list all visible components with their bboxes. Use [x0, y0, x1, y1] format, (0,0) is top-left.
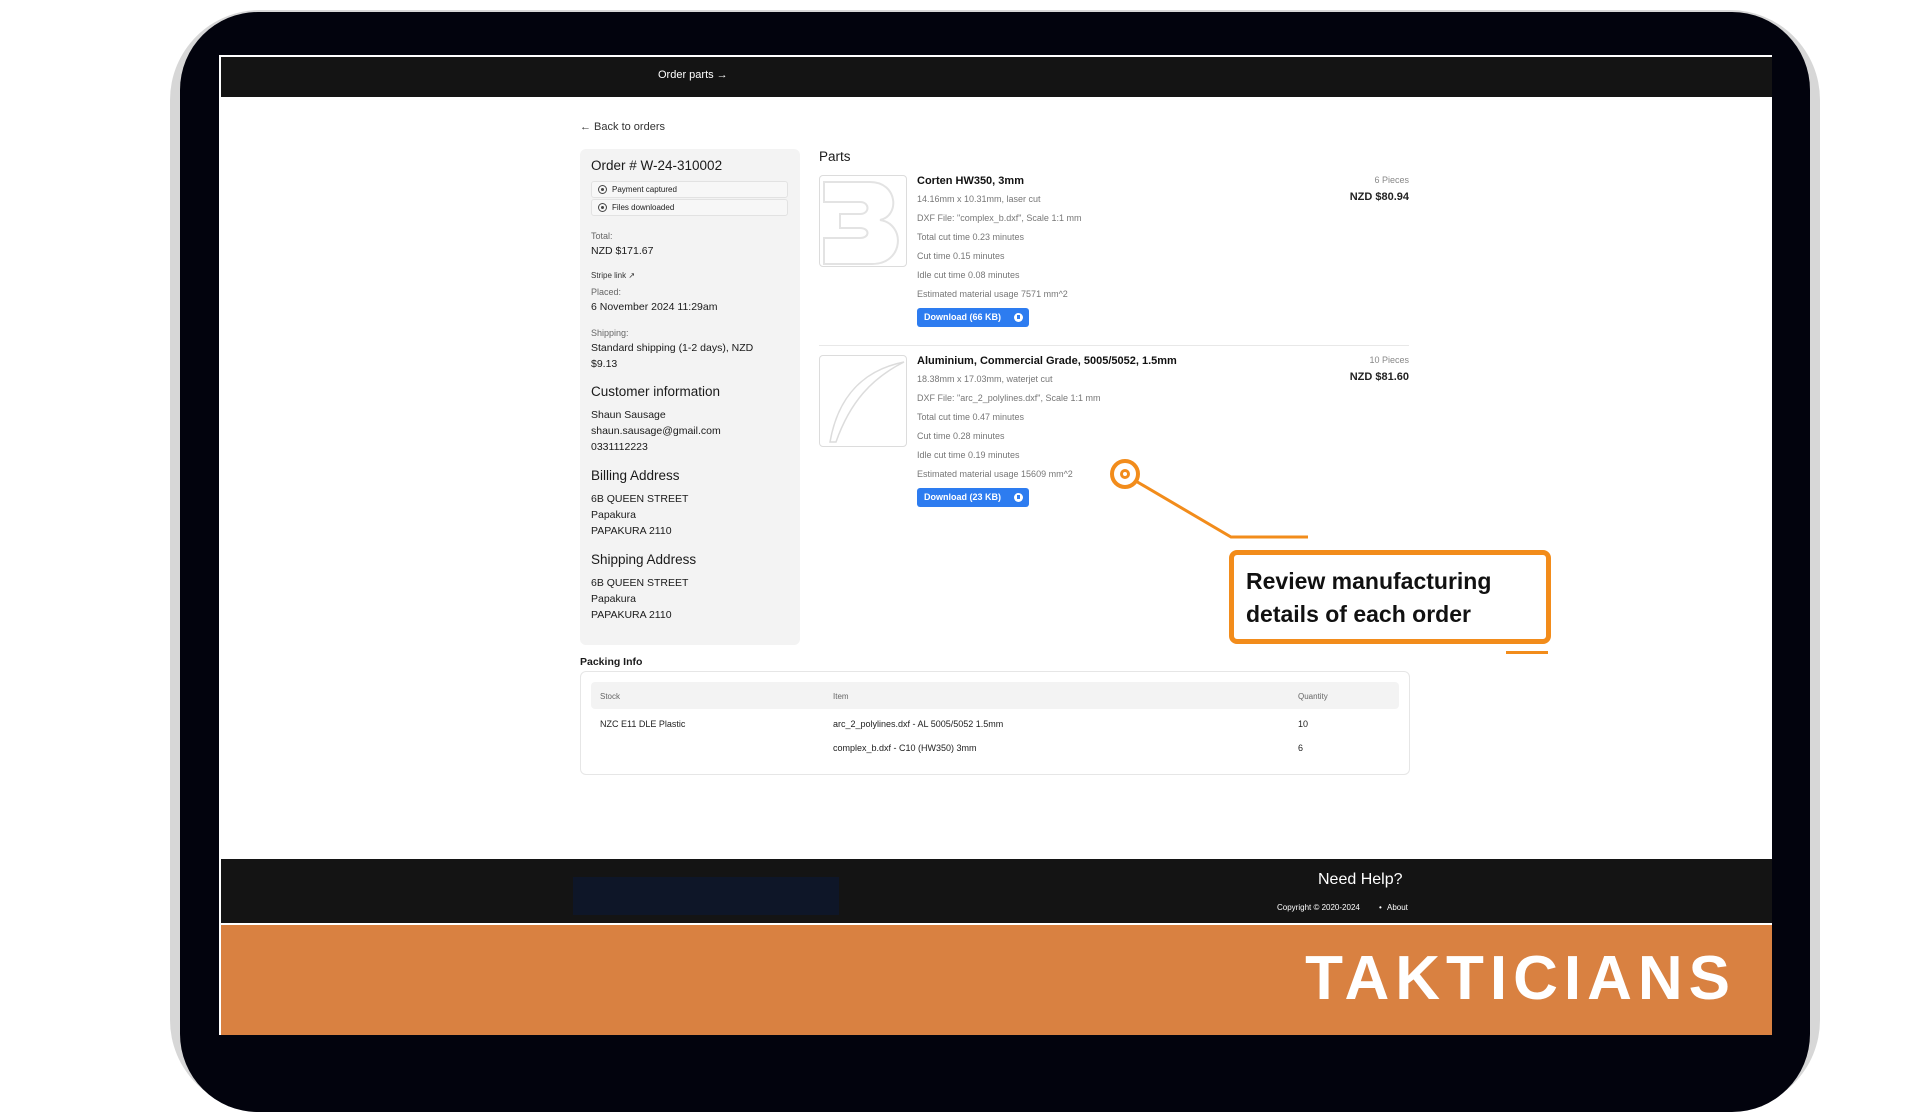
part-size: 18.38mm x 17.03mm, waterjet cut [917, 374, 1053, 384]
check-circle-icon [598, 203, 607, 212]
cell-quantity: 6 [1298, 743, 1304, 753]
customer-phone: 0331112223 [591, 441, 648, 453]
shipping-address-line: Papakura [591, 593, 636, 605]
copyright-text: Copyright © 2020-2024 [1277, 903, 1360, 912]
need-help-heading: Need Help? [1318, 871, 1403, 888]
part-pieces: 6 Pieces [1374, 175, 1409, 185]
footer-logo-block [573, 877, 839, 915]
billing-line: 6B QUEEN STREET [591, 493, 689, 505]
part-price: NZD $80.94 [1349, 191, 1409, 203]
customer-heading: Customer information [591, 384, 721, 399]
cell-stock: NZC E11 DLE Plastic [600, 719, 686, 729]
callout-text: Review manufacturing details of each ord… [1246, 568, 1492, 627]
shipping-address-line: 6B QUEEN STREET [591, 577, 689, 589]
download-label: Download (23 KB) [924, 492, 1002, 502]
callout-box: Review manufacturing details of each ord… [1229, 550, 1551, 644]
status-badge-files: Files downloaded [591, 199, 788, 216]
placed-label: Placed: [591, 287, 622, 297]
shipping-value: Standard shipping (1-2 days), NZD [591, 342, 754, 354]
part-dxf: DXF File: "arc_2_polylines.dxf", Scale 1… [917, 393, 1101, 403]
order-summary-card: Order # W-24-310002 Payment captured Fil… [580, 149, 800, 645]
customer-name: Shaun Sausage [591, 409, 666, 421]
app-screen: Order parts → ← Back to orders Order # W… [219, 55, 1772, 1035]
back-to-orders-link[interactable]: ← Back to orders [580, 121, 665, 133]
billing-line: PAPAKURA 2110 [591, 525, 672, 537]
part-pieces: 10 Pieces [1369, 355, 1409, 365]
part-size: 14.16mm x 10.31mm, laser cut [917, 194, 1041, 204]
download-label: Download (66 KB) [924, 312, 1002, 322]
stripe-link[interactable]: Stripe link ↗ [591, 271, 635, 280]
part-arc-shape-icon [829, 361, 905, 443]
billing-line: Papakura [591, 509, 636, 521]
part-material: Estimated material usage 7571 mm^2 [917, 289, 1068, 299]
brand-band: TAKTICIANS [221, 925, 1772, 1035]
column-header-quantity: Quantity [1298, 692, 1328, 701]
part-divider [819, 345, 1409, 346]
site-footer: Need Help? Copyright © 2020-2024 • About [221, 859, 1772, 923]
callout-target-icon [1110, 459, 1140, 489]
part-total-cut: Total cut time 0.47 minutes [917, 412, 1025, 422]
billing-heading: Billing Address [591, 468, 680, 483]
order-parts-link[interactable]: Order parts → [658, 69, 728, 81]
part-dxf: DXF File: "complex_b.dxf", Scale 1:1 mm [917, 213, 1082, 223]
part-name: Aluminium, Commercial Grade, 5005/5052, … [917, 355, 1177, 367]
column-header-item: Item [833, 692, 849, 701]
part-price: NZD $81.60 [1349, 371, 1409, 383]
column-header-stock: Stock [600, 692, 621, 701]
part-b-shape-icon [823, 181, 899, 265]
total-value: NZD $171.67 [591, 245, 654, 257]
packing-table: Stock Item Quantity NZC E11 DLE Plastic … [580, 671, 1410, 775]
status-badge-label: Payment captured [612, 185, 677, 194]
cell-item: complex_b.dxf - C10 (HW350) 3mm [833, 743, 977, 753]
shipping-value-cont: $9.13 [591, 358, 618, 370]
placed-value: 6 November 2024 11:29am [591, 301, 718, 313]
packing-table-header: Stock Item Quantity [591, 682, 1399, 709]
part-item: Corten HW350, 3mm 14.16mm x 10.31mm, las… [819, 175, 1409, 335]
order-number: Order # W-24-310002 [591, 158, 723, 173]
part-name: Corten HW350, 3mm [917, 175, 1024, 187]
packing-info-heading: Packing Info [580, 656, 643, 668]
check-circle-icon [598, 185, 607, 194]
part-thumbnail[interactable] [819, 355, 907, 447]
total-label: Total: [591, 231, 613, 241]
part-cut-time: Cut time 0.28 minutes [917, 431, 1005, 441]
top-nav-bar: Order parts → [221, 57, 1772, 97]
download-button[interactable]: Download (66 KB) [917, 308, 1029, 327]
parts-heading: Parts [819, 149, 851, 164]
customer-email: shaun.sausage@gmail.com [591, 425, 721, 437]
part-total-cut: Total cut time 0.23 minutes [917, 232, 1025, 242]
download-button[interactable]: Download (23 KB) [917, 488, 1029, 507]
shipping-label: Shipping: [591, 328, 629, 338]
shipping-address-heading: Shipping Address [591, 552, 697, 567]
part-item: Aluminium, Commercial Grade, 5005/5052, … [819, 355, 1409, 515]
about-link[interactable]: About [1387, 903, 1408, 912]
cell-quantity: 10 [1298, 719, 1309, 729]
part-idle-time: Idle cut time 0.19 minutes [917, 450, 1020, 460]
footer-separator: • [1379, 903, 1382, 912]
cell-item: arc_2_polylines.dxf - AL 5005/5052 1.5mm [833, 719, 1004, 729]
brand-name: TAKTICIANS [1305, 944, 1736, 1013]
part-cut-time: Cut time 0.15 minutes [917, 251, 1005, 261]
status-badge-label: Files downloaded [612, 203, 675, 212]
part-material: Estimated material usage 15609 mm^2 [917, 469, 1073, 479]
callout-underline [1506, 651, 1548, 654]
part-idle-time: Idle cut time 0.08 minutes [917, 270, 1020, 280]
download-icon [1014, 493, 1023, 502]
status-badge-payment: Payment captured [591, 181, 788, 198]
shipping-address-line: PAPAKURA 2110 [591, 609, 672, 621]
download-icon [1014, 313, 1023, 322]
part-thumbnail[interactable] [819, 175, 907, 267]
